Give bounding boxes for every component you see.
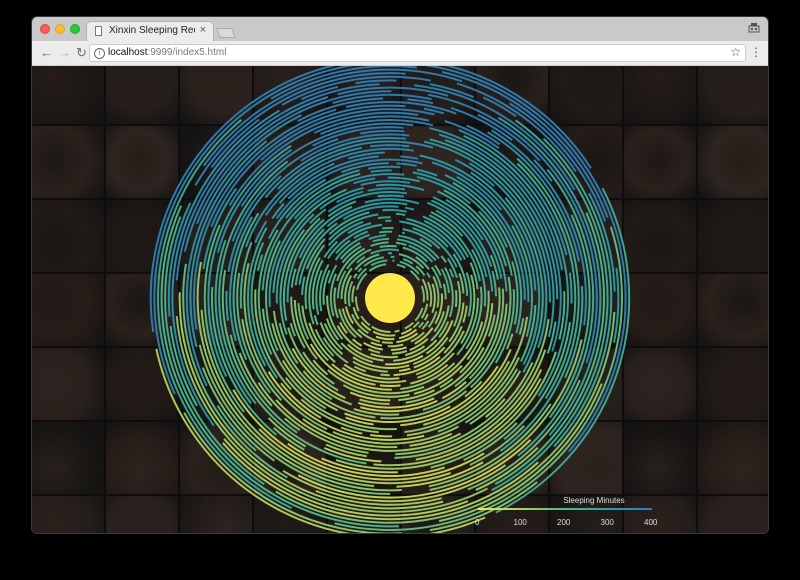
sleep-arc bbox=[423, 313, 429, 321]
sleep-arc bbox=[396, 263, 406, 269]
address-bar[interactable]: i localhost:9999/index5.html ☆ bbox=[89, 44, 746, 62]
sleep-arc bbox=[357, 328, 381, 343]
sleep-arc bbox=[398, 367, 411, 372]
sleep-arc bbox=[372, 237, 390, 243]
sleep-arc bbox=[360, 129, 405, 135]
sleep-arc bbox=[375, 335, 395, 341]
sleep-arc bbox=[405, 206, 415, 211]
new-tab-button[interactable] bbox=[216, 28, 236, 38]
forward-icon[interactable]: → bbox=[58, 45, 71, 61]
sleep-arc bbox=[379, 384, 401, 388]
legend-title: Sleeping Minutes bbox=[563, 496, 625, 505]
sleep-arc bbox=[370, 434, 393, 438]
sleep-arc bbox=[356, 272, 368, 290]
sleep-arc bbox=[568, 272, 573, 304]
legend-tick-300: 300 bbox=[600, 518, 614, 527]
sleep-arc bbox=[390, 346, 408, 351]
tab-close-icon[interactable]: × bbox=[200, 24, 206, 36]
sleep-arc bbox=[370, 169, 392, 173]
sleep-arc bbox=[427, 310, 438, 328]
back-icon[interactable]: ← bbox=[40, 45, 53, 61]
sleep-arc bbox=[448, 268, 455, 278]
tab-bar: Xinxin Sleeping Records × bbox=[32, 17, 768, 42]
reload-icon[interactable]: ↻ bbox=[76, 45, 87, 61]
legend-tick-400: 400 bbox=[644, 518, 658, 527]
page-content: Sleeping Minutes 0 100 200 300 400 bbox=[32, 66, 768, 533]
sleep-arc bbox=[418, 321, 425, 329]
sleep-arc bbox=[391, 350, 408, 355]
close-window-button[interactable] bbox=[40, 24, 50, 34]
sleep-arc bbox=[357, 267, 363, 273]
sleep-arc bbox=[395, 241, 407, 246]
sleep-arc bbox=[354, 296, 360, 312]
info-icon[interactable]: i bbox=[94, 48, 105, 59]
sleep-arc bbox=[431, 283, 436, 314]
sleep-arc bbox=[426, 272, 431, 278]
sleep-arc bbox=[394, 329, 400, 333]
url-path: :9999/index5.html bbox=[147, 47, 227, 58]
sleep-arc bbox=[379, 245, 397, 248]
tab-xinxin-sleeping-records[interactable]: Xinxin Sleeping Records × bbox=[86, 21, 214, 41]
sleep-arc bbox=[381, 341, 393, 344]
sleep-arc bbox=[387, 343, 404, 348]
sleep-arc bbox=[412, 321, 420, 329]
sleep-arc bbox=[370, 248, 399, 255]
legend-color-scale bbox=[478, 508, 652, 510]
sleep-arc bbox=[377, 216, 391, 220]
sleep-arc bbox=[367, 348, 381, 354]
url-text[interactable]: localhost:9999/index5.html bbox=[108, 47, 226, 58]
sleep-arc bbox=[380, 373, 390, 377]
sleep-arc bbox=[420, 285, 425, 303]
page-icon bbox=[95, 26, 102, 36]
sleep-spiral-visualization bbox=[149, 66, 631, 533]
sleep-arc bbox=[353, 273, 358, 279]
sleep-arc bbox=[382, 208, 407, 213]
sleep-arc bbox=[396, 162, 417, 167]
sleep-arc bbox=[225, 290, 229, 321]
sleep-arc bbox=[399, 260, 420, 275]
legend-tick-200: 200 bbox=[557, 518, 571, 527]
sleep-arc bbox=[313, 315, 319, 326]
sleep-arc bbox=[367, 187, 405, 192]
sleep-arc bbox=[414, 307, 424, 322]
url-host: localhost bbox=[108, 47, 148, 58]
sleep-arc bbox=[427, 281, 433, 307]
sleep-arc bbox=[401, 231, 405, 235]
sleep-arc bbox=[454, 290, 458, 308]
browser-toolbar: ← → ↻ i localhost:9999/index5.html ☆ ⋮ bbox=[32, 41, 768, 66]
sleep-arc bbox=[367, 165, 401, 170]
sleep-arc bbox=[378, 230, 393, 234]
maximize-window-button[interactable] bbox=[70, 24, 80, 34]
sleep-arc bbox=[301, 276, 306, 295]
sleep-arc bbox=[355, 79, 397, 85]
sleep-arc bbox=[440, 255, 447, 263]
legend-tick-100: 100 bbox=[513, 518, 527, 527]
sleep-arc bbox=[395, 212, 406, 216]
legend-tick-0: 0 bbox=[475, 518, 480, 527]
browser-window: Xinxin Sleeping Records × ← → ↻ i localh… bbox=[32, 17, 768, 533]
sleep-arc bbox=[351, 285, 356, 303]
star-icon[interactable]: ☆ bbox=[730, 45, 741, 59]
sleep-arc bbox=[491, 270, 497, 297]
sleep-arc bbox=[370, 341, 383, 347]
sleep-arc bbox=[404, 321, 414, 330]
menu-icon[interactable]: ⋮ bbox=[750, 45, 762, 59]
tab-title: Xinxin Sleeping Records bbox=[109, 25, 195, 36]
center-circle bbox=[365, 273, 415, 323]
extension-icon[interactable] bbox=[748, 22, 760, 34]
sleep-arc bbox=[442, 283, 447, 300]
sleep-arc bbox=[377, 194, 404, 198]
sleep-arc bbox=[400, 155, 419, 160]
sleep-arc bbox=[369, 144, 410, 148]
minimize-window-button[interactable] bbox=[55, 24, 65, 34]
